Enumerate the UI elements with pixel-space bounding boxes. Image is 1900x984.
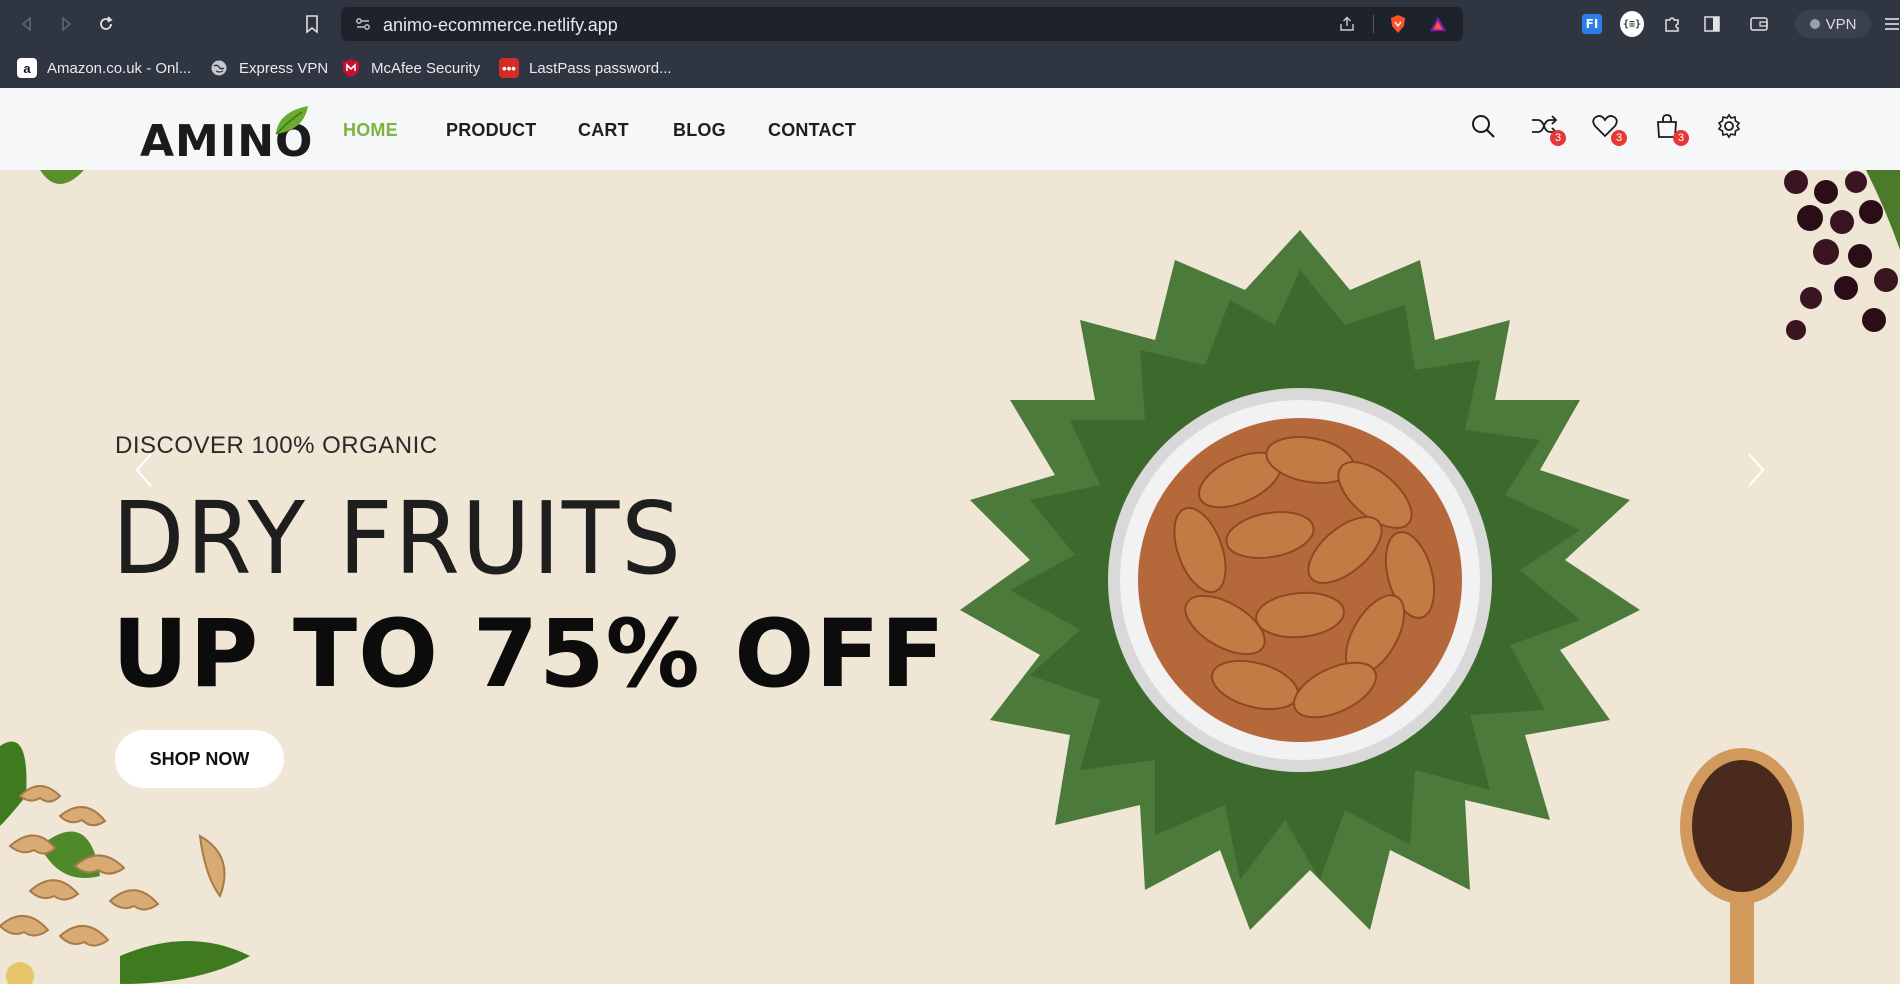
hero-slider: DISCOVER 100% ORGANIC DRY FRUITS UP TO 7… <box>0 170 1900 984</box>
bookmark-label: Amazon.co.uk - Onl... <box>47 59 192 77</box>
site-settings-icon[interactable] <box>353 14 373 34</box>
logo-leaf-icon <box>275 106 308 135</box>
browser-chrome: animo-ecommerce.netlify.app FI {≡} VPN a… <box>0 0 1900 88</box>
bookmark-express-vpn[interactable]: Express VPN <box>209 56 328 80</box>
bookmark-label: McAfee Security <box>371 59 481 77</box>
search-icon[interactable] <box>1467 110 1499 142</box>
nav-product[interactable]: PRODUCT <box>446 120 536 141</box>
nav-cart[interactable]: CART <box>578 120 629 141</box>
compare-count-badge: 3 <box>1550 130 1566 146</box>
share-icon[interactable] <box>1337 14 1357 34</box>
brave-shield-icon[interactable] <box>1388 14 1408 34</box>
nav-contact[interactable]: CONTACT <box>768 120 856 141</box>
leaf-decoration-icon <box>40 170 84 184</box>
extension-fi-icon[interactable]: FI <box>1580 12 1604 36</box>
bookmarks-bar: a Amazon.co.uk - Onl... Express VPN McAf… <box>0 48 1900 88</box>
globe-icon <box>209 58 229 78</box>
bookmark-label: LastPass password... <box>529 59 672 77</box>
wallet-icon[interactable] <box>1747 12 1771 36</box>
hero-eyebrow: DISCOVER 100% ORGANIC <box>115 432 438 459</box>
mcafee-icon <box>341 58 361 78</box>
spoon-spice-decoration-icon <box>1680 748 1804 984</box>
brave-rewards-icon[interactable] <box>1428 14 1448 34</box>
browser-toolbar: animo-ecommerce.netlify.app FI {≡} VPN <box>0 0 1900 48</box>
bookmark-amazon[interactable]: a Amazon.co.uk - Onl... <box>17 56 191 80</box>
lastpass-icon: ••• <box>499 58 519 78</box>
wishlist-heart-icon[interactable]: 3 <box>1589 110 1627 146</box>
vpn-button[interactable]: VPN <box>1795 10 1871 38</box>
vpn-status-icon <box>1809 19 1820 29</box>
hero-title: DRY FRUITS <box>112 480 683 597</box>
slider-next-arrow-icon[interactable] <box>1736 440 1776 500</box>
forward-button[interactable] <box>54 12 78 36</box>
cart-count-badge: 3 <box>1673 130 1689 146</box>
site-header: AMINO HOME PRODUCT CART BLOG CONTACT 3 3… <box>0 88 1900 170</box>
menu-icon[interactable] <box>1880 12 1900 36</box>
extensions-puzzle-icon[interactable] <box>1660 12 1684 36</box>
wishlist-count-badge: 3 <box>1611 130 1627 146</box>
sidebar-toggle-icon[interactable] <box>1700 12 1724 36</box>
compare-shuffle-icon[interactable]: 3 <box>1528 110 1566 146</box>
shop-now-button[interactable]: SHOP NOW <box>115 730 284 788</box>
settings-gear-icon[interactable] <box>1713 110 1745 142</box>
nav-home[interactable]: HOME <box>343 120 398 141</box>
address-bar[interactable]: animo-ecommerce.netlify.app <box>341 7 1463 41</box>
bookmark-lastpass[interactable]: ••• LastPass password... <box>499 56 672 80</box>
extension-json-icon[interactable]: {≡} <box>1620 11 1644 37</box>
cart-bag-icon[interactable]: 3 <box>1651 110 1689 146</box>
url-divider <box>1373 15 1374 33</box>
bookmark-icon[interactable] <box>300 12 324 36</box>
url-text[interactable]: animo-ecommerce.netlify.app <box>383 15 618 36</box>
nav-blog[interactable]: BLOG <box>673 120 726 141</box>
site-logo[interactable]: AMINO <box>138 102 318 167</box>
hero-subtitle: UP TO 75% OFF <box>112 600 946 709</box>
vpn-label: VPN <box>1825 15 1857 33</box>
acai-berries-decoration-icon <box>1784 170 1900 340</box>
reload-button[interactable] <box>94 12 118 36</box>
bookmark-label: Express VPN <box>239 59 329 77</box>
back-button[interactable] <box>15 12 39 36</box>
bookmark-mcafee[interactable]: McAfee Security <box>341 56 480 80</box>
amazon-icon: a <box>17 58 37 78</box>
almond-bowl-hero-image <box>960 230 1640 930</box>
